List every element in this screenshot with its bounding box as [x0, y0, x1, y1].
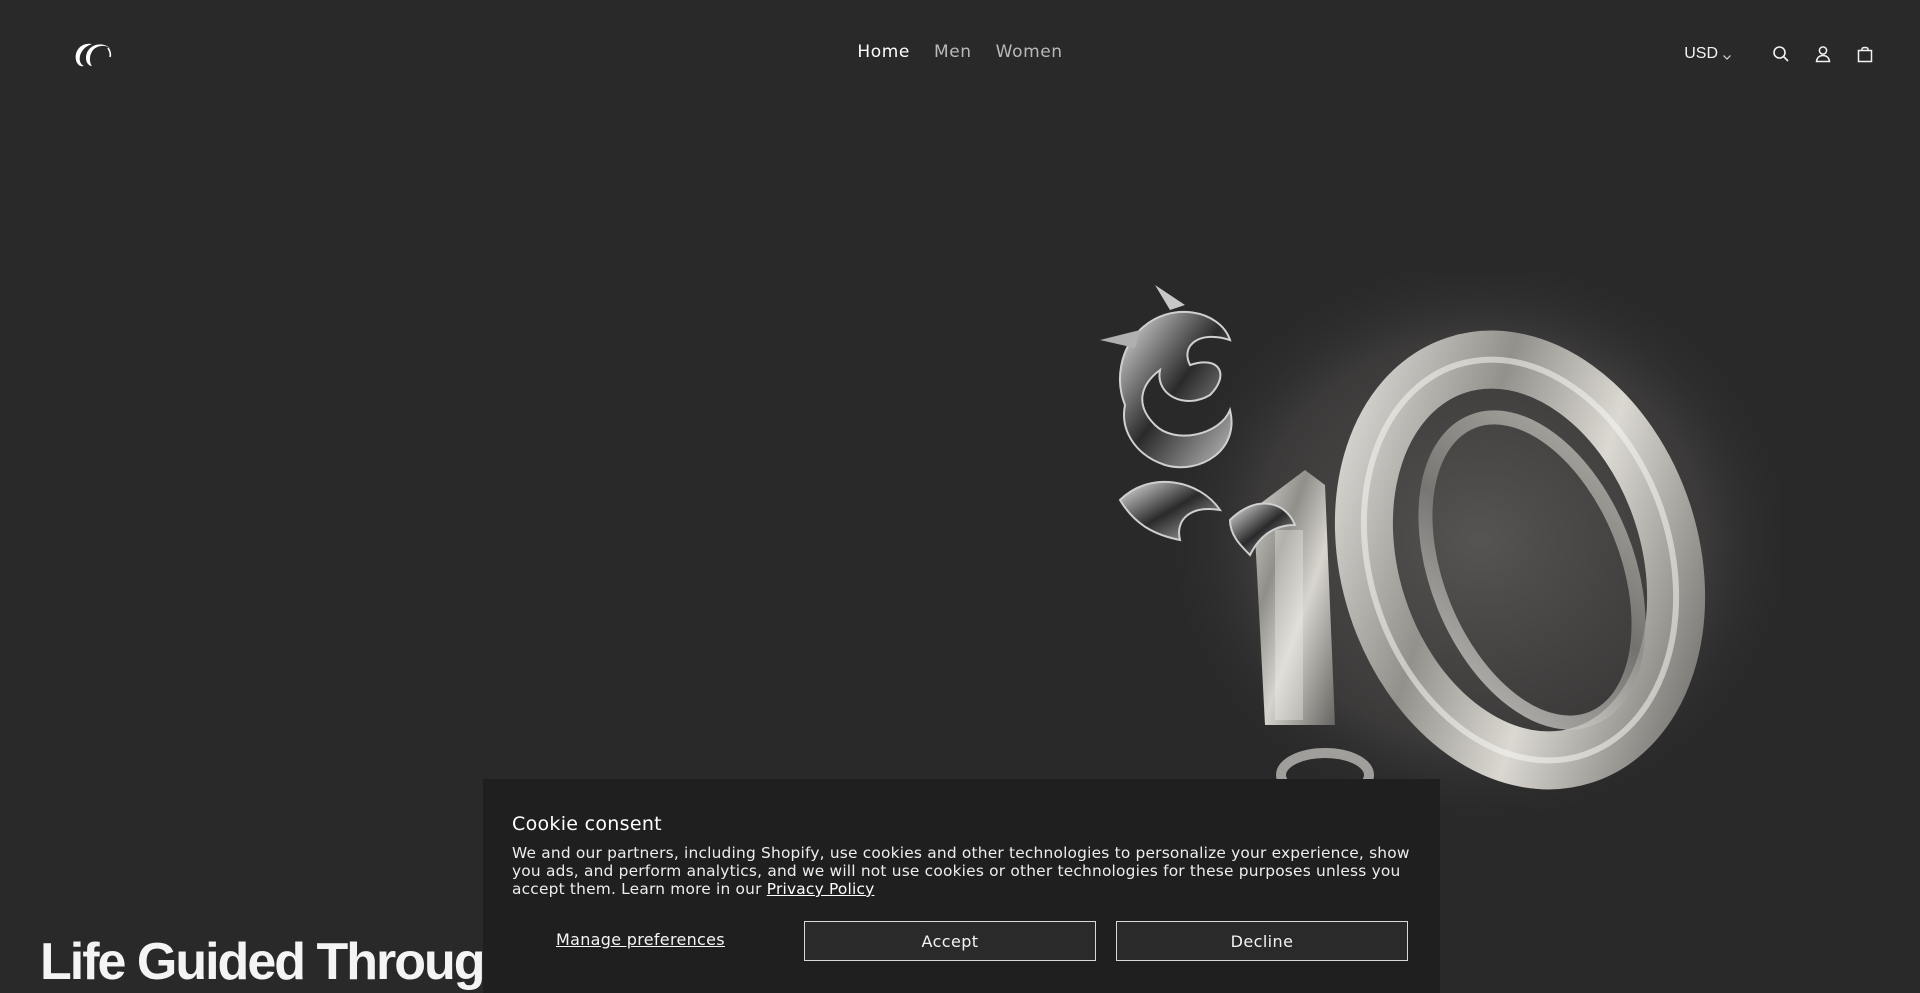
- hero-headline: Life Guided Through: [40, 933, 515, 991]
- cookie-body-text: We and our partners, including Shopify, …: [512, 844, 1410, 898]
- cookie-title: Cookie consent: [512, 813, 662, 835]
- account-icon[interactable]: [1812, 43, 1834, 65]
- cookie-message: We and our partners, including Shopify, …: [512, 844, 1412, 898]
- nav-women[interactable]: Women: [996, 42, 1063, 62]
- accept-button[interactable]: Accept: [804, 921, 1096, 961]
- chevron-down-icon: [1722, 49, 1732, 60]
- currency-label: USD: [1684, 45, 1718, 62]
- search-icon[interactable]: [1770, 43, 1792, 65]
- site-header: Home Men Women USD: [0, 0, 1920, 108]
- cookie-banner: Cookie consent We and our partners, incl…: [483, 779, 1440, 993]
- manage-preferences-link[interactable]: Manage preferences: [556, 930, 725, 949]
- privacy-policy-link[interactable]: Privacy Policy: [767, 880, 875, 898]
- header-utilities: USD: [1684, 42, 1876, 66]
- main-nav: Home Men Women: [0, 42, 1920, 62]
- cookie-actions: Manage preferences Accept Decline: [483, 921, 1440, 961]
- nav-home[interactable]: Home: [857, 42, 910, 62]
- decline-button[interactable]: Decline: [1116, 921, 1408, 961]
- nav-men[interactable]: Men: [934, 42, 972, 62]
- page: Home Men Women USD Life Guided Through C…: [0, 0, 1920, 993]
- hero-graphic: [1080, 250, 1800, 830]
- cart-icon[interactable]: [1854, 43, 1876, 65]
- currency-selector[interactable]: USD: [1684, 45, 1732, 63]
